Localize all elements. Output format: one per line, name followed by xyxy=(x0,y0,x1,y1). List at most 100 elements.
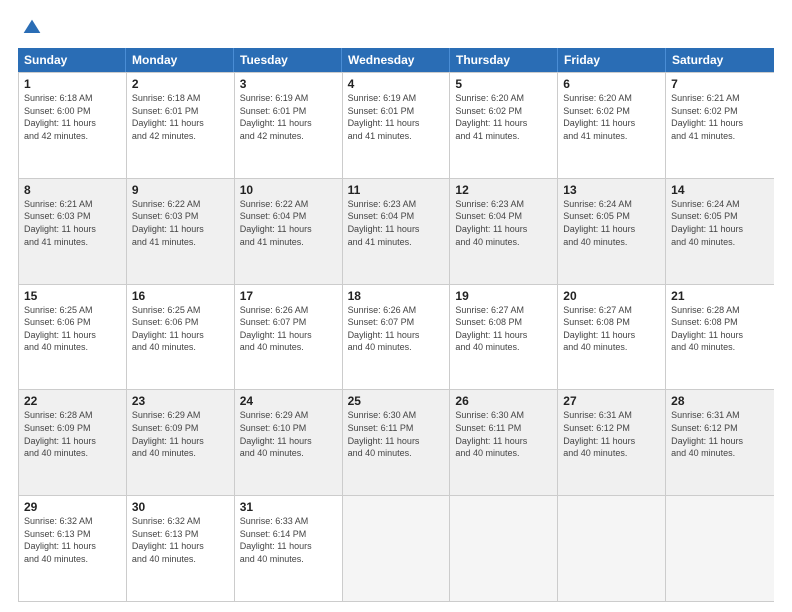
calendar-cell xyxy=(558,496,666,601)
day-info: Sunrise: 6:20 AM Sunset: 6:02 PM Dayligh… xyxy=(455,92,552,142)
day-info: Sunrise: 6:23 AM Sunset: 6:04 PM Dayligh… xyxy=(455,198,552,248)
page: SundayMondayTuesdayWednesdayThursdayFrid… xyxy=(0,0,792,612)
day-info: Sunrise: 6:31 AM Sunset: 6:12 PM Dayligh… xyxy=(671,409,769,459)
day-number: 18 xyxy=(348,289,445,303)
day-number: 10 xyxy=(240,183,337,197)
calendar-cell: 24Sunrise: 6:29 AM Sunset: 6:10 PM Dayli… xyxy=(235,390,343,495)
day-number: 31 xyxy=(240,500,337,514)
day-number: 9 xyxy=(132,183,229,197)
header-day-monday: Monday xyxy=(126,48,234,72)
day-number: 27 xyxy=(563,394,660,408)
calendar-cell: 2Sunrise: 6:18 AM Sunset: 6:01 PM Daylig… xyxy=(127,73,235,178)
calendar-cell: 3Sunrise: 6:19 AM Sunset: 6:01 PM Daylig… xyxy=(235,73,343,178)
day-info: Sunrise: 6:29 AM Sunset: 6:09 PM Dayligh… xyxy=(132,409,229,459)
calendar-cell: 15Sunrise: 6:25 AM Sunset: 6:06 PM Dayli… xyxy=(19,285,127,390)
calendar-cell: 14Sunrise: 6:24 AM Sunset: 6:05 PM Dayli… xyxy=(666,179,774,284)
day-info: Sunrise: 6:20 AM Sunset: 6:02 PM Dayligh… xyxy=(563,92,660,142)
header-day-thursday: Thursday xyxy=(450,48,558,72)
day-info: Sunrise: 6:29 AM Sunset: 6:10 PM Dayligh… xyxy=(240,409,337,459)
day-info: Sunrise: 6:24 AM Sunset: 6:05 PM Dayligh… xyxy=(671,198,769,248)
calendar-cell: 8Sunrise: 6:21 AM Sunset: 6:03 PM Daylig… xyxy=(19,179,127,284)
calendar-cell: 20Sunrise: 6:27 AM Sunset: 6:08 PM Dayli… xyxy=(558,285,666,390)
day-info: Sunrise: 6:32 AM Sunset: 6:13 PM Dayligh… xyxy=(132,515,229,565)
header xyxy=(18,18,774,38)
day-number: 4 xyxy=(348,77,445,91)
day-number: 20 xyxy=(563,289,660,303)
calendar-week-1: 1Sunrise: 6:18 AM Sunset: 6:00 PM Daylig… xyxy=(19,72,774,178)
day-number: 17 xyxy=(240,289,337,303)
calendar-cell: 31Sunrise: 6:33 AM Sunset: 6:14 PM Dayli… xyxy=(235,496,343,601)
calendar-cell: 13Sunrise: 6:24 AM Sunset: 6:05 PM Dayli… xyxy=(558,179,666,284)
day-number: 25 xyxy=(348,394,445,408)
calendar-week-2: 8Sunrise: 6:21 AM Sunset: 6:03 PM Daylig… xyxy=(19,178,774,284)
logo xyxy=(18,18,42,38)
calendar-cell: 19Sunrise: 6:27 AM Sunset: 6:08 PM Dayli… xyxy=(450,285,558,390)
calendar-cell: 18Sunrise: 6:26 AM Sunset: 6:07 PM Dayli… xyxy=(343,285,451,390)
header-day-sunday: Sunday xyxy=(18,48,126,72)
day-info: Sunrise: 6:33 AM Sunset: 6:14 PM Dayligh… xyxy=(240,515,337,565)
calendar-cell: 22Sunrise: 6:28 AM Sunset: 6:09 PM Dayli… xyxy=(19,390,127,495)
day-info: Sunrise: 6:19 AM Sunset: 6:01 PM Dayligh… xyxy=(348,92,445,142)
calendar-cell xyxy=(450,496,558,601)
calendar-cell: 28Sunrise: 6:31 AM Sunset: 6:12 PM Dayli… xyxy=(666,390,774,495)
calendar-cell: 25Sunrise: 6:30 AM Sunset: 6:11 PM Dayli… xyxy=(343,390,451,495)
day-number: 5 xyxy=(455,77,552,91)
day-number: 29 xyxy=(24,500,121,514)
day-number: 28 xyxy=(671,394,769,408)
calendar-cell: 4Sunrise: 6:19 AM Sunset: 6:01 PM Daylig… xyxy=(343,73,451,178)
calendar-header: SundayMondayTuesdayWednesdayThursdayFrid… xyxy=(18,48,774,72)
calendar-cell: 6Sunrise: 6:20 AM Sunset: 6:02 PM Daylig… xyxy=(558,73,666,178)
header-day-saturday: Saturday xyxy=(666,48,774,72)
calendar-cell: 23Sunrise: 6:29 AM Sunset: 6:09 PM Dayli… xyxy=(127,390,235,495)
day-info: Sunrise: 6:28 AM Sunset: 6:09 PM Dayligh… xyxy=(24,409,121,459)
day-number: 26 xyxy=(455,394,552,408)
logo-text xyxy=(18,18,42,38)
day-info: Sunrise: 6:25 AM Sunset: 6:06 PM Dayligh… xyxy=(24,304,121,354)
day-info: Sunrise: 6:26 AM Sunset: 6:07 PM Dayligh… xyxy=(240,304,337,354)
day-info: Sunrise: 6:27 AM Sunset: 6:08 PM Dayligh… xyxy=(455,304,552,354)
day-info: Sunrise: 6:30 AM Sunset: 6:11 PM Dayligh… xyxy=(348,409,445,459)
day-number: 23 xyxy=(132,394,229,408)
day-number: 7 xyxy=(671,77,769,91)
day-info: Sunrise: 6:27 AM Sunset: 6:08 PM Dayligh… xyxy=(563,304,660,354)
day-info: Sunrise: 6:26 AM Sunset: 6:07 PM Dayligh… xyxy=(348,304,445,354)
day-number: 24 xyxy=(240,394,337,408)
day-info: Sunrise: 6:22 AM Sunset: 6:04 PM Dayligh… xyxy=(240,198,337,248)
day-info: Sunrise: 6:25 AM Sunset: 6:06 PM Dayligh… xyxy=(132,304,229,354)
calendar-cell: 9Sunrise: 6:22 AM Sunset: 6:03 PM Daylig… xyxy=(127,179,235,284)
calendar-cell xyxy=(666,496,774,601)
calendar-cell: 17Sunrise: 6:26 AM Sunset: 6:07 PM Dayli… xyxy=(235,285,343,390)
day-info: Sunrise: 6:21 AM Sunset: 6:03 PM Dayligh… xyxy=(24,198,121,248)
calendar-week-4: 22Sunrise: 6:28 AM Sunset: 6:09 PM Dayli… xyxy=(19,389,774,495)
day-number: 12 xyxy=(455,183,552,197)
day-info: Sunrise: 6:21 AM Sunset: 6:02 PM Dayligh… xyxy=(671,92,769,142)
day-number: 2 xyxy=(132,77,229,91)
calendar-cell: 30Sunrise: 6:32 AM Sunset: 6:13 PM Dayli… xyxy=(127,496,235,601)
day-info: Sunrise: 6:30 AM Sunset: 6:11 PM Dayligh… xyxy=(455,409,552,459)
calendar-cell: 26Sunrise: 6:30 AM Sunset: 6:11 PM Dayli… xyxy=(450,390,558,495)
day-number: 1 xyxy=(24,77,121,91)
day-number: 22 xyxy=(24,394,121,408)
logo-icon xyxy=(22,18,42,38)
calendar-cell: 11Sunrise: 6:23 AM Sunset: 6:04 PM Dayli… xyxy=(343,179,451,284)
day-number: 15 xyxy=(24,289,121,303)
day-info: Sunrise: 6:32 AM Sunset: 6:13 PM Dayligh… xyxy=(24,515,121,565)
day-info: Sunrise: 6:19 AM Sunset: 6:01 PM Dayligh… xyxy=(240,92,337,142)
calendar-cell: 5Sunrise: 6:20 AM Sunset: 6:02 PM Daylig… xyxy=(450,73,558,178)
header-day-tuesday: Tuesday xyxy=(234,48,342,72)
calendar-cell: 1Sunrise: 6:18 AM Sunset: 6:00 PM Daylig… xyxy=(19,73,127,178)
day-number: 19 xyxy=(455,289,552,303)
day-number: 13 xyxy=(563,183,660,197)
calendar-cell: 27Sunrise: 6:31 AM Sunset: 6:12 PM Dayli… xyxy=(558,390,666,495)
calendar-cell: 21Sunrise: 6:28 AM Sunset: 6:08 PM Dayli… xyxy=(666,285,774,390)
day-info: Sunrise: 6:31 AM Sunset: 6:12 PM Dayligh… xyxy=(563,409,660,459)
calendar-cell: 7Sunrise: 6:21 AM Sunset: 6:02 PM Daylig… xyxy=(666,73,774,178)
calendar-week-5: 29Sunrise: 6:32 AM Sunset: 6:13 PM Dayli… xyxy=(19,495,774,601)
calendar-cell: 10Sunrise: 6:22 AM Sunset: 6:04 PM Dayli… xyxy=(235,179,343,284)
day-number: 8 xyxy=(24,183,121,197)
calendar: SundayMondayTuesdayWednesdayThursdayFrid… xyxy=(18,48,774,602)
header-day-friday: Friday xyxy=(558,48,666,72)
day-number: 11 xyxy=(348,183,445,197)
day-number: 21 xyxy=(671,289,769,303)
calendar-cell: 12Sunrise: 6:23 AM Sunset: 6:04 PM Dayli… xyxy=(450,179,558,284)
